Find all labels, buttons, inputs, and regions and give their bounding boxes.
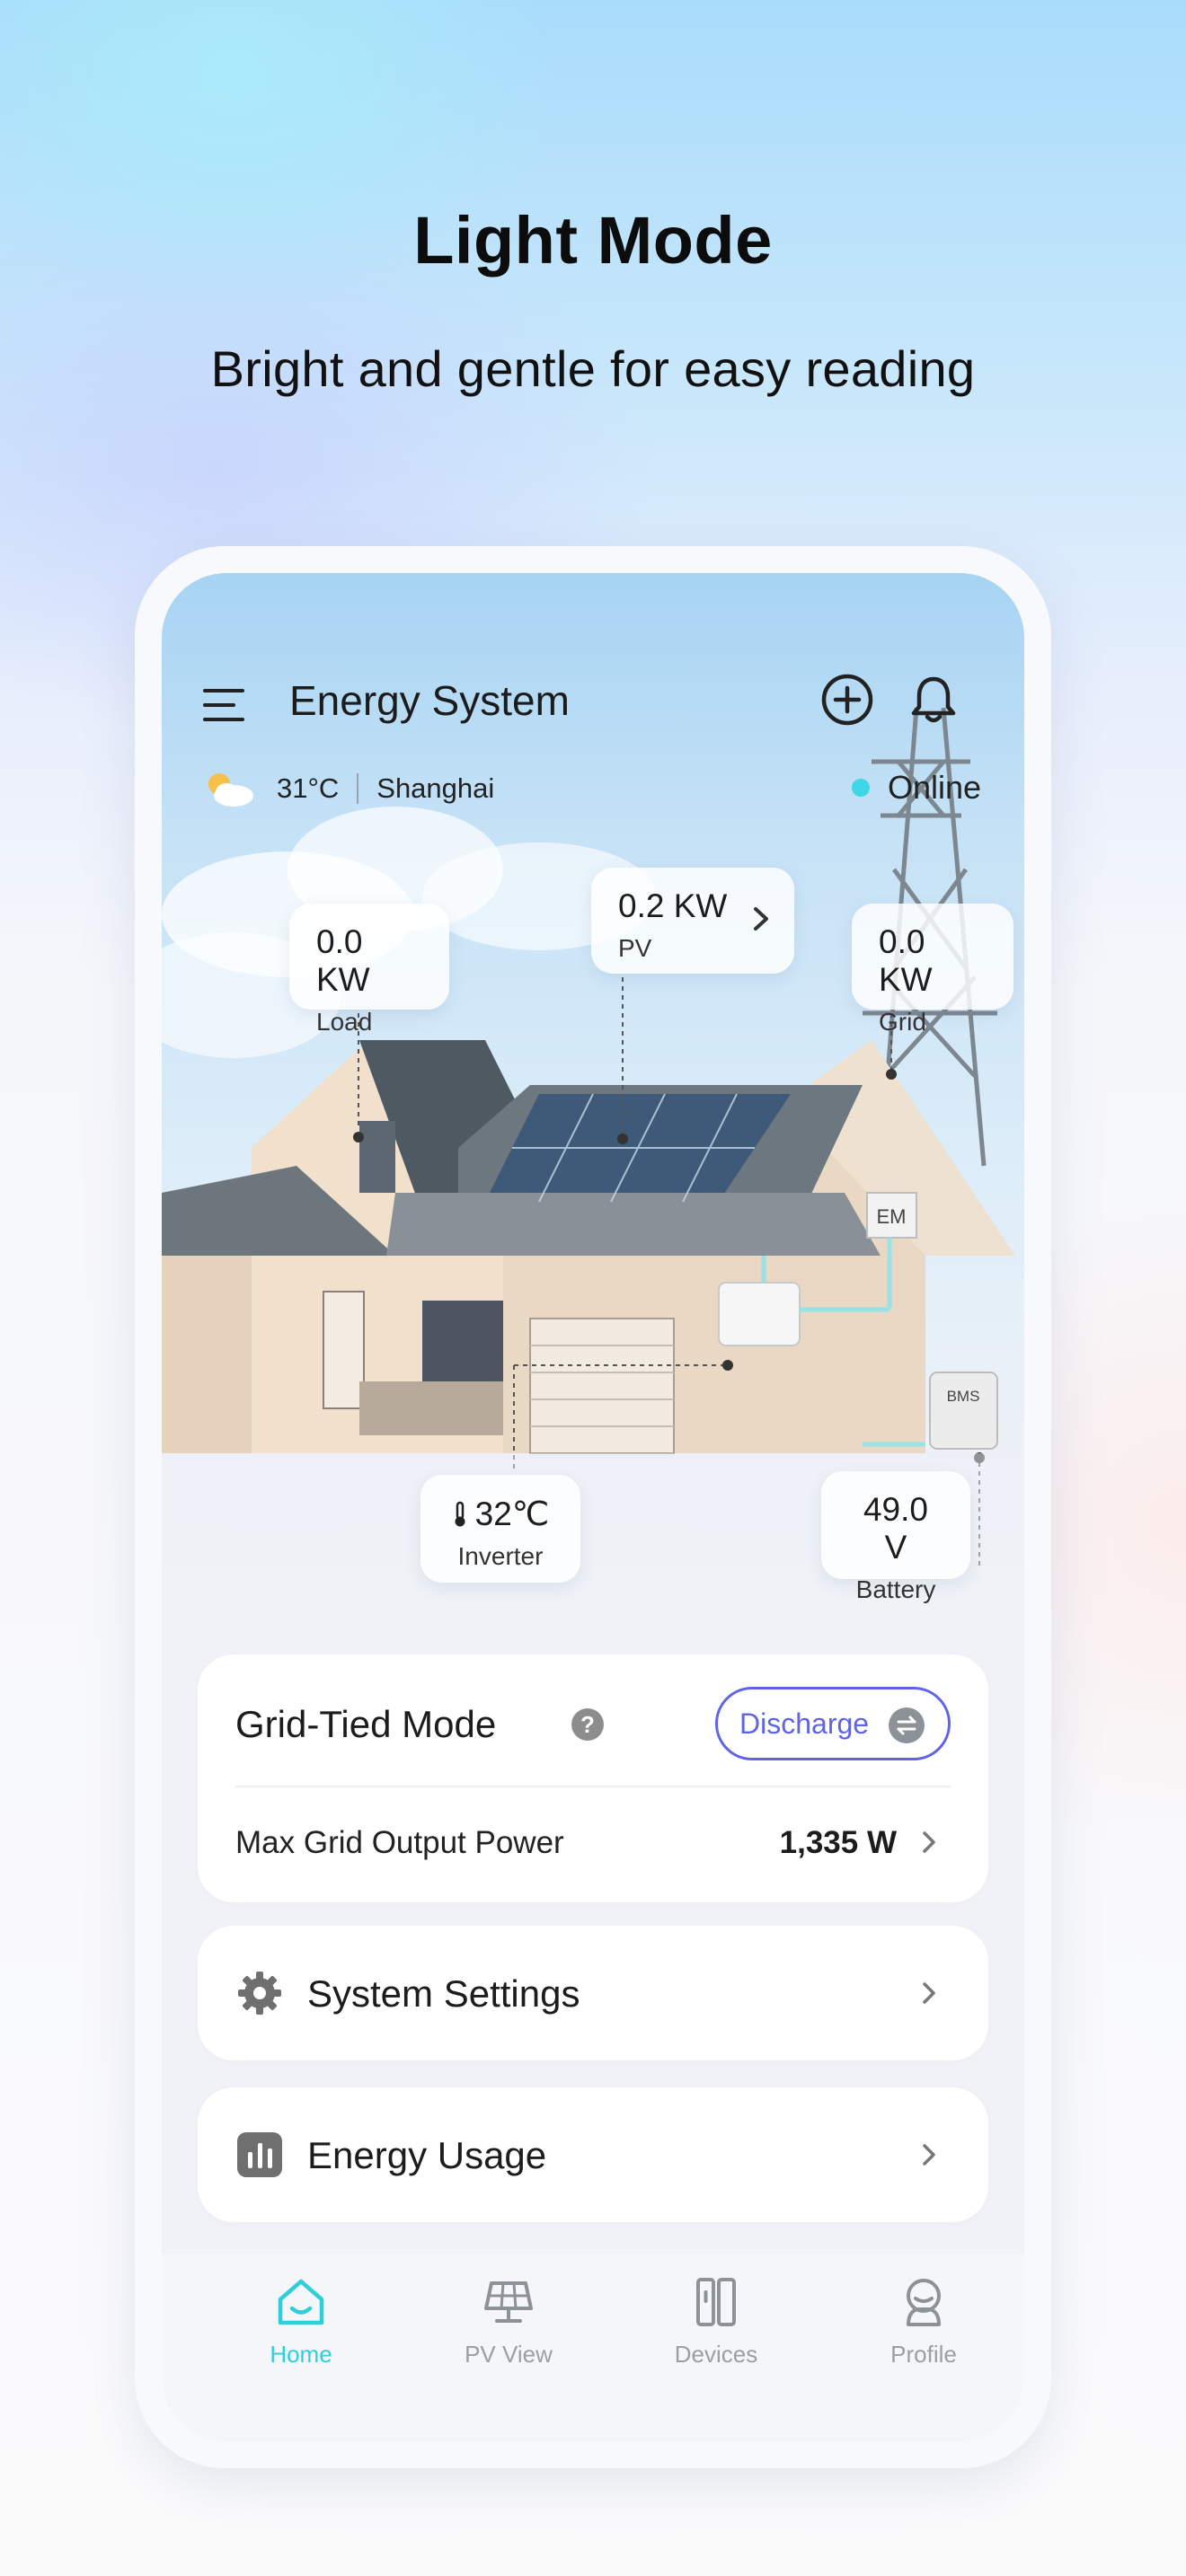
help-icon[interactable]: ? — [571, 1708, 604, 1741]
tab-pv-view-label: PV View — [465, 2341, 553, 2368]
inverter-reading[interactable]: 32℃ Inverter — [420, 1475, 580, 1583]
energy-usage-label: Energy Usage — [307, 2134, 547, 2176]
load-reading[interactable]: 0.0 KW Load — [289, 904, 449, 1036]
devices-icon — [696, 2278, 736, 2326]
hero-title: Light Mode — [413, 203, 773, 278]
system-settings-label: System Settings — [307, 1972, 580, 2015]
tab-home[interactable]: Home — [229, 2274, 373, 2391]
online-dot — [851, 779, 870, 797]
system-settings-row[interactable]: System Settings — [198, 1926, 988, 2060]
max-output-value[interactable]: 1,335 W — [780, 1825, 897, 1861]
energy-usage-row[interactable]: Energy Usage — [198, 2087, 988, 2222]
profile-icon — [907, 2279, 941, 2326]
status-label: Online — [887, 769, 981, 806]
weather-row: 31°C Shanghai — [201, 766, 494, 811]
weather-divider — [357, 773, 359, 804]
chevron-right-icon — [754, 907, 768, 931]
solar-panel-icon — [484, 2281, 533, 2323]
weather-city: Shanghai — [376, 772, 495, 804]
discharge-button[interactable]: Discharge — [715, 1687, 951, 1760]
tab-home-label: Home — [270, 2341, 332, 2368]
weather-temperature: 31°C — [277, 772, 340, 804]
chevron-right-icon — [923, 1982, 935, 2004]
swap-arrows-icon — [889, 1707, 925, 1743]
chevron-right-icon[interactable] — [920, 1829, 938, 1856]
grid-label: Grid — [879, 1008, 926, 1036]
inverter-label: Inverter — [457, 1542, 544, 1570]
grid-mode-card: Grid-Tied Mode ? Discharge Max Grid Outp… — [198, 1654, 988, 1902]
add-device-button[interactable] — [819, 672, 875, 728]
partly-cloudy-icon — [208, 773, 253, 807]
inverter-temp: 32℃ — [474, 1495, 550, 1532]
app-title: Energy System — [289, 677, 570, 724]
thermometer-icon — [455, 1501, 465, 1527]
notifications-button[interactable] — [906, 672, 961, 728]
pv-value: 0.2 KW — [618, 887, 728, 924]
grid-reading[interactable]: 0.0 KW Grid — [852, 904, 1013, 1036]
battery-reading[interactable]: 49.0 V Battery — [821, 1471, 970, 1603]
hamburger-menu-icon — [203, 689, 244, 693]
tab-profile-label: Profile — [890, 2341, 957, 2368]
grid-value: 0.0 KW — [879, 923, 933, 998]
load-label: Load — [316, 1008, 373, 1036]
discharge-label: Discharge — [739, 1707, 870, 1740]
chevron-right-icon — [923, 2144, 935, 2166]
tab-devices[interactable]: Devices — [644, 2274, 788, 2391]
inverter-value: 32℃ — [447, 1495, 553, 1533]
battery-value: 49.0 V — [863, 1491, 928, 1566]
bar-chart-icon — [237, 2132, 282, 2177]
em-tag: EM — [877, 1205, 907, 1228]
energy-scene: EM BMS — [162, 573, 1024, 1597]
pv-label: PV — [618, 934, 652, 962]
bell-icon — [911, 676, 956, 723]
tab-devices-label: Devices — [674, 2341, 758, 2368]
mode-title: Grid-Tied Mode — [235, 1703, 497, 1745]
house-illustration: EM BMS — [162, 707, 1024, 1597]
menu-button[interactable] — [203, 685, 248, 725]
connection-status: Online — [851, 769, 981, 807]
app-screen: EM BMS Energy System 31°C Shanghai Onlin… — [162, 573, 1024, 2441]
pv-reading[interactable]: 0.2 KW PV — [591, 868, 794, 974]
bms-tag: BMS — [947, 1388, 980, 1405]
bottom-tab-bar: Home PV View Devices Profile — [162, 2254, 1024, 2441]
plus-circle-icon — [821, 674, 873, 726]
battery-label: Battery — [855, 1575, 936, 1603]
max-output-label: Max Grid Output Power — [235, 1825, 564, 1860]
tab-profile[interactable]: Profile — [852, 2274, 996, 2391]
load-value: 0.0 KW — [316, 923, 370, 998]
house-icon — [278, 2279, 324, 2325]
gear-icon — [238, 1972, 281, 2015]
hero-subtitle: Bright and gentle for easy reading — [210, 340, 976, 397]
card-divider — [235, 1786, 951, 1787]
tab-pv-view[interactable]: PV View — [437, 2274, 580, 2391]
